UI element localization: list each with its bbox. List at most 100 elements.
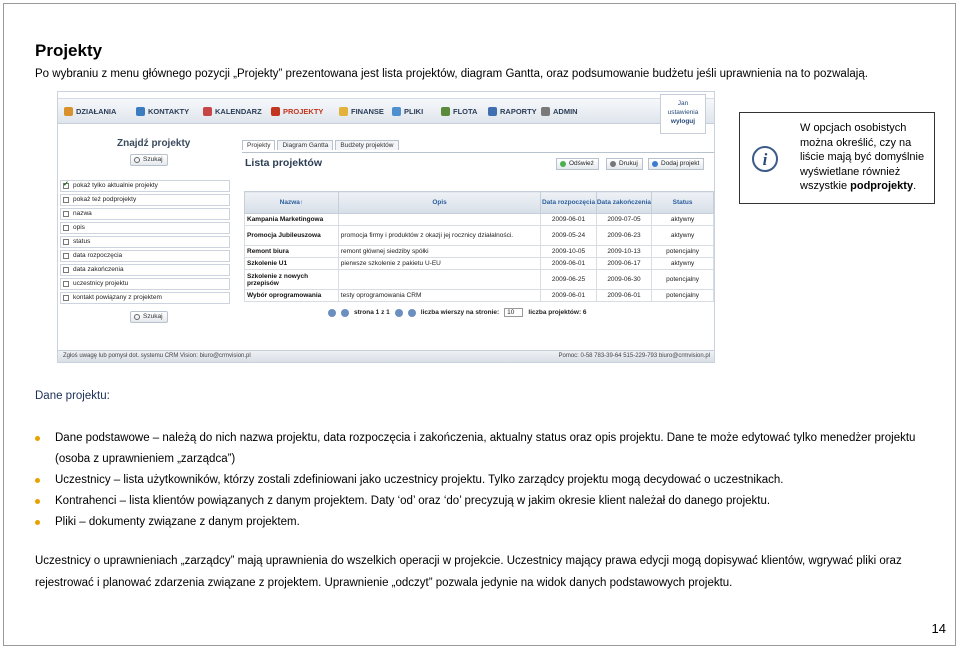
nav-icon [339,107,348,116]
filter-checkbox[interactable] [63,225,69,231]
print-button[interactable]: Drukuj [606,158,643,170]
nav-item-admin[interactable]: ADMIN [541,107,578,116]
cell-name: Promocja Jubileuszowa [244,225,339,246]
cell-status: potencjalny [651,289,714,302]
add-project-label: Dodaj projekt [661,160,700,167]
refresh-button[interactable]: Odśwież [556,158,599,170]
filter-checkbox[interactable] [63,239,69,245]
filter-label: uczestnicy projektu [73,280,129,287]
nav-item-działania[interactable]: DZIAŁANIA [64,107,116,116]
filter-checkbox[interactable] [63,295,69,301]
app-footer: Zgłoś uwagę lub pomysł dot. systemu CRM … [58,350,714,362]
filter-checkbox[interactable] [63,253,69,259]
filter-item[interactable]: status [60,236,230,248]
filter-item[interactable]: opis [60,222,230,234]
column-header-name[interactable]: Nazwa↑ [244,191,339,214]
table-row[interactable]: Szkolenie U1 pierwsze szkolenie z pakietu… [244,257,714,270]
rows-per-page-select[interactable]: 10 [504,308,524,317]
last-page-icon[interactable] [407,308,416,317]
filter-item[interactable]: pokaż też podprojekty [60,194,230,206]
filter-checkbox[interactable] [63,211,69,217]
table-row[interactable]: Kampania Marketingowa 2009-06-01 2009-07-0… [244,213,714,226]
filter-label: data zakończenia [73,266,124,273]
section-title: Dane projektu: [35,390,110,402]
search-button-bottom[interactable]: Szukaj [130,311,168,323]
column-header-desc[interactable]: Opis [337,191,542,214]
nav-item-projekty[interactable]: PROJEKTY [271,107,323,116]
tab-projects[interactable]: Projekty [242,140,276,150]
filter-item[interactable]: nazwa [60,208,230,220]
filter-item[interactable]: kontakt powiązany z projektem [60,292,230,304]
cell-desc: promocja firmy i produktów z okazji jej … [337,225,542,246]
tab-budgets[interactable]: Budżety projektów [335,140,399,150]
help-text: Pomoc: 0-58 783-39-64 515-229-793 biuro@… [558,353,710,359]
filter-label: status [73,238,91,245]
nav-icon [441,107,450,116]
add-icon [652,161,658,167]
nav-item-pliki[interactable]: PLIKI [392,107,423,116]
feedback-text: Zgłoś uwagę lub pomysł dot. systemu CRM … [63,353,251,359]
cell-status: aktywny [651,213,714,226]
nav-item-flota[interactable]: FLOTA [441,107,477,116]
filter-item[interactable]: uczestnicy projektu [60,278,230,290]
bullet-list: Dane podstawowe – należą do nich nazwa p… [35,428,925,533]
permissions-paragraph: Uczestnicy o uprawnieniach „zarządcy” ma… [35,555,902,589]
filter-item[interactable]: pokaż tylko aktualnie projekty [60,180,230,192]
cell-desc: remont głównej siedziby spółki [337,245,542,258]
nav-label: KONTAKTY [148,107,190,116]
nav-label: FINANSE [351,107,384,116]
filter-checkbox[interactable] [63,180,69,189]
cell-name: Wybór oprogramowania [244,289,339,302]
cell-desc [337,269,542,290]
nav-item-kontakty[interactable]: KONTAKTY [136,107,189,116]
nav-icon [64,107,73,116]
table-row[interactable]: Szkolenie z nowych przepisów 2009-06-25 20… [244,269,714,290]
nav-label: PLIKI [404,107,424,116]
bullet-item: Pliki – dokumenty związane z danym proje… [35,512,925,533]
page-title: Projekty [35,41,103,60]
filter-item[interactable]: data zakończenia [60,264,230,276]
print-label: Drukuj [619,160,638,167]
cell-start: 2009-10-05 [540,245,597,258]
logout-link[interactable]: wyloguj [671,118,695,125]
add-project-button[interactable]: Dodaj projekt [648,158,705,170]
search-button-label: Szukaj [143,313,163,320]
table-row[interactable]: Wybór oprogramowania testy oprogramowania… [244,289,714,302]
filter-checkbox[interactable] [63,281,69,287]
filter-item[interactable]: data rozpoczęcia [60,250,230,262]
cell-end: 2009-10-13 [595,245,653,258]
list-header: Lista projektów Odśwież Drukuj Dodaj pro… [242,152,714,172]
filter-checkbox[interactable] [63,197,69,203]
nav-item-raporty[interactable]: RAPORTY [488,107,537,116]
nav-label: DZIAŁANIA [76,107,117,116]
cell-desc: testy oprogramowania CRM [337,289,542,302]
nav-item-finanse[interactable]: FINANSE [339,107,384,116]
search-button[interactable]: Szukaj [130,154,168,166]
tab-gantt[interactable]: Diagram Gantta [277,140,334,150]
crm-screenshot: DZIAŁANIA KONTAKTY KALENDARZ PROJEKTY FINANS… [57,91,715,363]
nav-label: FLOTA [453,107,478,116]
settings-link[interactable]: ustawienia [661,108,705,117]
user-panel[interactable]: Jan ustawienia wyloguj [660,94,706,134]
cell-name: Szkolenie z nowych przepisów [244,269,339,290]
table-row[interactable]: Promocja Jubileuszowa promocja firmy i pr… [244,225,714,246]
cell-name: Szkolenie U1 [244,257,339,270]
table-row[interactable]: Remont biura remont głównej siedziby spół… [244,245,714,258]
first-page-icon[interactable] [328,308,336,317]
print-icon [610,161,616,167]
cell-end: 2009-06-30 [595,269,653,290]
column-header-start[interactable]: Data rozpoczęcia [540,191,597,214]
column-header-end[interactable]: Data zakończenia [595,191,653,214]
info-text: W opcjach osobistych można określić, czy… [800,122,925,193]
filter-label: nazwa [73,210,92,217]
list-title: Lista projektów [245,157,323,169]
next-page-icon[interactable] [394,308,403,317]
info-icon: i [752,146,778,172]
search-icon [134,314,140,320]
prev-page-icon[interactable] [341,308,349,317]
search-sidebar: Znajdź projekty Szukaj pokaż tylko aktua… [60,128,230,350]
filter-checkbox[interactable] [63,267,69,273]
refresh-icon [560,161,566,167]
nav-item-kalendarz[interactable]: KALENDARZ [203,107,262,116]
column-header-status[interactable]: Status [651,191,714,214]
